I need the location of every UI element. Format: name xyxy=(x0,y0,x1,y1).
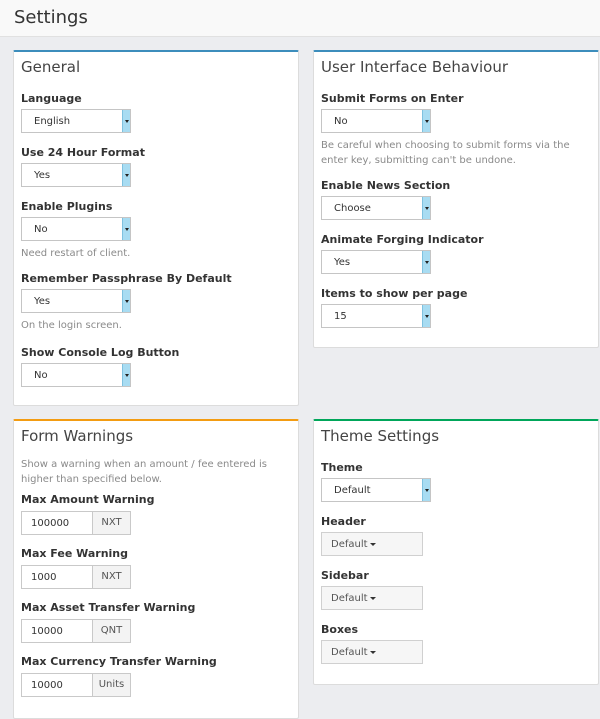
caret-down-icon xyxy=(370,597,376,600)
warnings-help-line1: Show a warning when an amount / fee ente… xyxy=(21,459,267,470)
language-select[interactable]: English xyxy=(21,109,131,133)
theme-label: Theme xyxy=(321,461,363,474)
chevron-down-icon xyxy=(122,364,130,386)
news-label: Enable News Section xyxy=(321,179,451,192)
header-dropdown-button[interactable]: Default xyxy=(321,532,423,556)
theme-select[interactable]: Default xyxy=(321,478,431,502)
caret-down-icon xyxy=(370,651,376,654)
submit-select[interactable]: No xyxy=(321,109,431,133)
language-value: English xyxy=(34,116,71,127)
hour24-label: Use 24 Hour Format xyxy=(21,146,145,159)
sidebar-dropdown-button[interactable]: Default xyxy=(321,586,423,610)
chevron-down-icon xyxy=(422,110,430,132)
hour24-value: Yes xyxy=(34,170,51,181)
header-label: Header xyxy=(321,515,366,528)
submit-help-line2: enter key, submitting can't be undone. xyxy=(321,155,516,166)
console-label: Show Console Log Button xyxy=(21,346,180,359)
max-currency-value: 10000 xyxy=(31,680,63,691)
max-asset-value: 10000 xyxy=(31,626,63,637)
news-select[interactable]: Choose xyxy=(321,196,431,220)
max-fee-unit: NXT xyxy=(92,566,130,588)
max-asset-label: Max Asset Transfer Warning xyxy=(21,601,196,614)
max-fee-label: Max Fee Warning xyxy=(21,547,129,560)
chevron-down-icon xyxy=(122,110,130,132)
items-value: 15 xyxy=(334,311,347,322)
boxes-dropdown-value: Default xyxy=(331,647,368,658)
max-currency-label: Max Currency Transfer Warning xyxy=(21,655,217,668)
max-currency-field[interactable]: 10000 Units xyxy=(21,673,131,697)
chevron-down-icon xyxy=(122,218,130,240)
remember-help: On the login screen. xyxy=(21,320,122,331)
warnings-help-line2: higher than specified below. xyxy=(21,474,162,485)
max-fee-value: 1000 xyxy=(31,572,57,583)
language-label: Language xyxy=(21,92,82,105)
chevron-down-icon xyxy=(422,251,430,273)
chevron-down-icon xyxy=(422,197,430,219)
forging-value: Yes xyxy=(334,257,351,268)
plugins-label: Enable Plugins xyxy=(21,200,113,213)
max-amount-value: 100000 xyxy=(31,518,70,529)
max-currency-unit: Units xyxy=(92,674,130,696)
ui-behaviour-title: User Interface Behaviour xyxy=(321,58,508,76)
header-dropdown-value: Default xyxy=(331,539,368,550)
general-title: General xyxy=(21,58,81,76)
ui-behaviour-panel: User Interface Behaviour Submit Forms on… xyxy=(313,50,599,348)
theme-settings-panel: Theme Settings Theme Default Header Defa… xyxy=(313,419,599,685)
chevron-down-icon xyxy=(422,305,430,327)
max-asset-field[interactable]: 10000 QNT xyxy=(21,619,131,643)
news-value: Choose xyxy=(334,203,371,214)
form-warnings-panel: Form Warnings Show a warning when an amo… xyxy=(13,419,299,719)
max-fee-field[interactable]: 1000 NXT xyxy=(21,565,131,589)
submit-help-line1: Be careful when choosing to submit forms… xyxy=(321,140,570,151)
page-title: Settings xyxy=(14,7,88,28)
max-asset-unit: QNT xyxy=(92,620,130,642)
remember-select[interactable]: Yes xyxy=(21,289,131,313)
remember-value: Yes xyxy=(34,296,51,307)
sidebar-dropdown-value: Default xyxy=(331,593,368,604)
items-select[interactable]: 15 xyxy=(321,304,431,328)
page-header: Settings xyxy=(0,0,600,37)
general-panel: General Language English Use 24 Hour For… xyxy=(13,50,299,406)
chevron-down-icon xyxy=(122,290,130,312)
chevron-down-icon xyxy=(122,164,130,186)
plugins-value: No xyxy=(34,224,48,235)
console-value: No xyxy=(34,370,48,381)
max-amount-unit: NXT xyxy=(92,512,130,534)
remember-label: Remember Passphrase By Default xyxy=(21,272,232,285)
forging-select[interactable]: Yes xyxy=(321,250,431,274)
caret-down-icon xyxy=(370,543,376,546)
form-warnings-title: Form Warnings xyxy=(21,427,134,445)
items-label: Items to show per page xyxy=(321,287,468,300)
sidebar-label: Sidebar xyxy=(321,569,369,582)
forging-label: Animate Forging Indicator xyxy=(321,233,484,246)
boxes-dropdown-button[interactable]: Default xyxy=(321,640,423,664)
hour24-select[interactable]: Yes xyxy=(21,163,131,187)
console-select[interactable]: No xyxy=(21,363,131,387)
theme-settings-title: Theme Settings xyxy=(321,427,440,445)
submit-value: No xyxy=(334,116,348,127)
plugins-select[interactable]: No xyxy=(21,217,131,241)
chevron-down-icon xyxy=(422,479,430,501)
max-amount-label: Max Amount Warning xyxy=(21,493,155,506)
boxes-label: Boxes xyxy=(321,623,359,636)
submit-label: Submit Forms on Enter xyxy=(321,92,464,105)
plugins-help: Need restart of client. xyxy=(21,248,131,259)
theme-value: Default xyxy=(334,485,371,496)
max-amount-field[interactable]: 100000 NXT xyxy=(21,511,131,535)
